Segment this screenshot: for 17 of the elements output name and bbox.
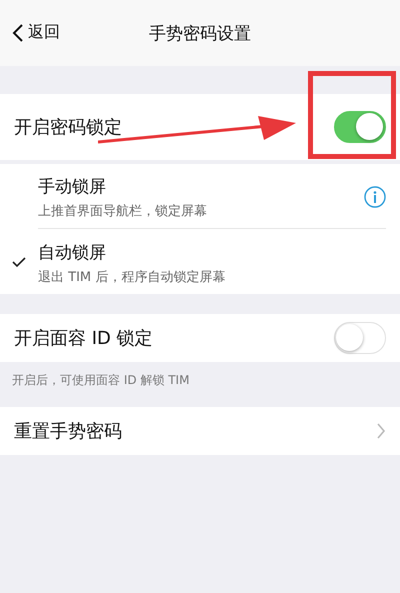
lock-mode-option[interactable]: 手动锁屏 上推首界面导航栏，锁定屏幕 [0, 164, 400, 229]
option-title: 自动锁屏 [38, 242, 107, 264]
lock-mode-option[interactable]: 自动锁屏 退出 TIM 后，程序自动锁定屏幕 [0, 229, 400, 294]
option-description: 上推首界面导航栏，锁定屏幕 [38, 203, 208, 220]
settings-row[interactable]: 重置手势密码 [0, 407, 400, 455]
row-label: 开启面容 ID 锁定 [14, 327, 153, 350]
back-chevron-icon [12, 22, 24, 42]
option-title: 手动锁屏 [38, 176, 107, 198]
row-label: 开启密码锁定 [14, 116, 122, 139]
screen-title: 手势密码设置 [149, 22, 251, 44]
chevron-icon [376, 423, 386, 439]
toggle-switch[interactable] [334, 111, 386, 143]
footnote-text: 开启后，可使用面容 ID 解锁 TIM [11, 372, 190, 389]
row-label: 重置手势密码 [14, 420, 122, 443]
back-button[interactable]: 返回 [12, 22, 60, 43]
info-icon[interactable] [364, 186, 386, 208]
option-description: 退出 TIM 后，程序自动锁定屏幕 [38, 268, 226, 286]
